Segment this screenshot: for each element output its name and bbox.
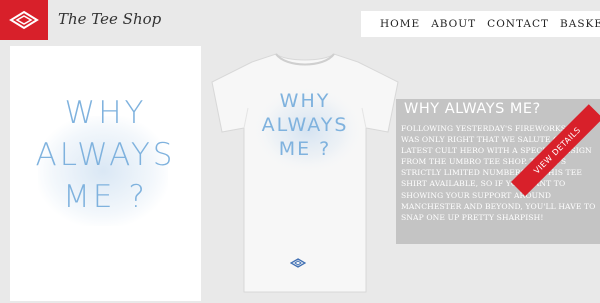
view-details-button[interactable]: VIEW DETAILS [511,104,600,197]
main-nav: HOME ABOUT CONTACT BASKET [361,11,600,37]
poster-line-1: WHY [64,95,147,131]
umbro-diamond-icon [9,10,39,30]
brand-logo[interactable] [0,0,48,40]
shirt-line-2: ALWAYS [261,114,349,136]
umbro-diamond-icon [290,258,306,268]
shirt-line-3: ME ? [278,138,332,160]
nav-basket[interactable]: BASKET [560,18,600,30]
view-details-label: VIEW DETAILS [531,125,583,176]
nav-about[interactable]: ABOUT [431,18,476,30]
shop-name: The Tee Shop [58,10,162,28]
tshirt-image[interactable]: WHY ALWAYS ME ? [208,48,402,298]
design-poster: WHY ALWAYS ME ? [10,46,201,301]
nav-home[interactable]: HOME [380,18,420,30]
poster-line-2: ALWAYS [35,137,176,173]
view-details-ribbon-area: VIEW DETAILS [396,99,600,244]
nav-contact[interactable]: CONTACT [487,18,549,30]
poster-line-3: ME ? [63,179,148,215]
shirt-line-1: WHY [279,90,331,112]
